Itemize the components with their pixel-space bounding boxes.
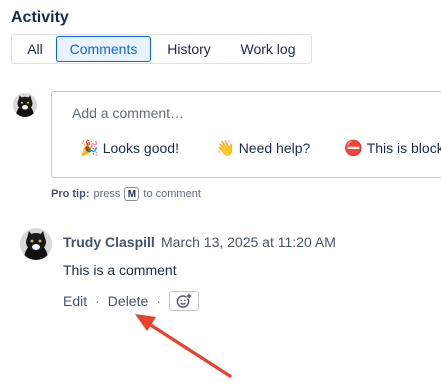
annotation-arrow	[135, 314, 232, 378]
